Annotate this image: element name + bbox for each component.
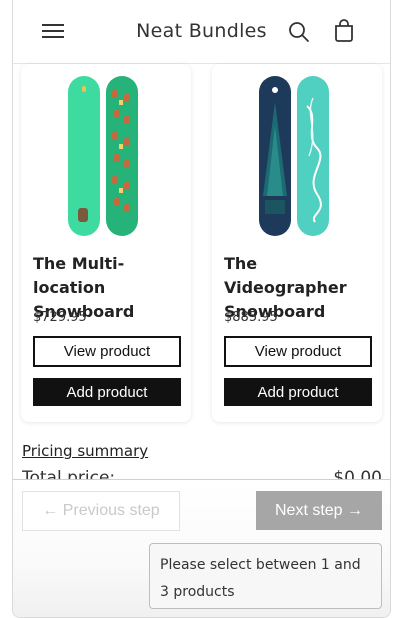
app-frame: Neat Bundles The Multi-location Snowboar… [12, 0, 391, 618]
add-product-button[interactable]: Add product [224, 378, 372, 406]
search-icon[interactable] [287, 20, 311, 44]
product-price: $885.95 [224, 310, 278, 325]
view-product-button[interactable]: View product [224, 336, 372, 367]
product-grid: The Multi-location Snowboard $729.95 Vie… [21, 64, 383, 424]
snowboard-image [66, 76, 146, 236]
step-navigation: ← Previous step Next step → Please selec… [13, 479, 390, 617]
product-card: The Videographer Snowboard $885.95 View … [212, 64, 382, 422]
next-step-button[interactable]: Next step → [256, 491, 382, 530]
previous-step-button[interactable]: ← Previous step [22, 491, 180, 531]
add-product-button[interactable]: Add product [33, 378, 181, 406]
product-card: The Multi-location Snowboard $729.95 Vie… [21, 64, 191, 422]
selection-hint-tooltip: Please select between 1 and 3 products [149, 543, 382, 609]
top-bar: Neat Bundles [13, 0, 390, 64]
cart-icon[interactable] [331, 18, 357, 44]
view-product-button[interactable]: View product [33, 336, 181, 367]
pricing-summary-link[interactable]: Pricing summary [22, 442, 148, 460]
product-price: $729.95 [33, 310, 87, 325]
snowboard-image [257, 76, 337, 236]
